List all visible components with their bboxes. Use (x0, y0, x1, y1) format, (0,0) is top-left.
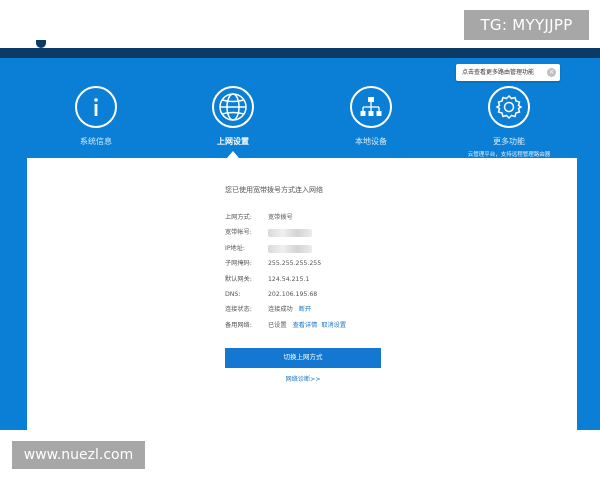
nav-item-internet-settings[interactable]: 上网设置 (178, 86, 288, 156)
row-value: 255.255.255.255 (268, 260, 322, 268)
nav-label: 系统信息 (80, 137, 112, 146)
row-value: 124.54.215.1 (268, 275, 310, 283)
nav-sublabel: 云管理平台，支持远程管理路由器 (467, 152, 551, 158)
row-key: DNS: (225, 290, 241, 298)
row-key: 连接状态: (225, 306, 252, 314)
network-icon (350, 86, 392, 128)
redacted-value (268, 244, 312, 253)
gear-icon (488, 86, 530, 128)
watermark-bottom: www.nuezl.com (12, 441, 145, 469)
content-panel: 您已使用宽带拨号方式连入网络 上网方式: 宽带拨号 宽带帐号: IP地址: 子网… (27, 158, 577, 430)
nav-item-local-devices[interactable]: 本地设备 (316, 86, 426, 156)
active-indicator (227, 151, 239, 158)
switch-connection-button[interactable]: 切换上网方式 (225, 348, 381, 368)
cancel-setting-link[interactable]: 取消设置 (321, 322, 346, 329)
globe-icon (212, 86, 254, 128)
row-value: 202.106.195.68 (268, 290, 318, 298)
row-value: 连接成功 (268, 306, 293, 314)
dark-band (0, 48, 600, 58)
nav-label: 本地设备 (355, 137, 387, 146)
row-value: 宽带拨号 (268, 214, 293, 221)
tooltip: 点击查看更多路由管理功能 × (456, 64, 560, 81)
watermark-top: TG: MYYJJPP (464, 10, 589, 40)
screen: TG: MYYJJPP 点击查看更多路由管理功能 × 系统信息 上网设置 本地设… (0, 0, 600, 480)
info-icon (75, 86, 117, 128)
disconnect-link[interactable]: 断开 (299, 306, 311, 313)
row-key: 默认网关: (225, 275, 252, 283)
tooltip-text: 点击查看更多路由管理功能 (462, 69, 535, 76)
close-icon[interactable]: × (547, 68, 556, 77)
row-key: 子网掩码: (225, 260, 252, 268)
network-diagnosis-link[interactable]: 网络诊断>> (225, 374, 381, 383)
nav-label: 上网设置 (217, 137, 249, 146)
panel-title: 您已使用宽带拨号方式连入网络 (225, 186, 323, 194)
row-key: IP地址: (225, 244, 246, 252)
nav-item-system-info[interactable]: 系统信息 (41, 86, 151, 156)
row-value: 已设置 (268, 321, 287, 329)
row-key: 上网方式: (225, 214, 252, 221)
row-key: 宽带帐号: (225, 229, 252, 237)
nav-label: 更多功能 (493, 137, 525, 146)
row-value-group: 连接成功 断开 (268, 302, 311, 317)
redacted-value (268, 229, 312, 238)
row-key: 备用网络: (225, 321, 252, 329)
row-value-group: 已设置 查看详情 取消设置 (268, 318, 346, 333)
nav-item-more-features[interactable]: 更多功能 云管理平台，支持远程管理路由器 (454, 86, 564, 158)
view-details-link[interactable]: 查看详情 (293, 322, 318, 329)
